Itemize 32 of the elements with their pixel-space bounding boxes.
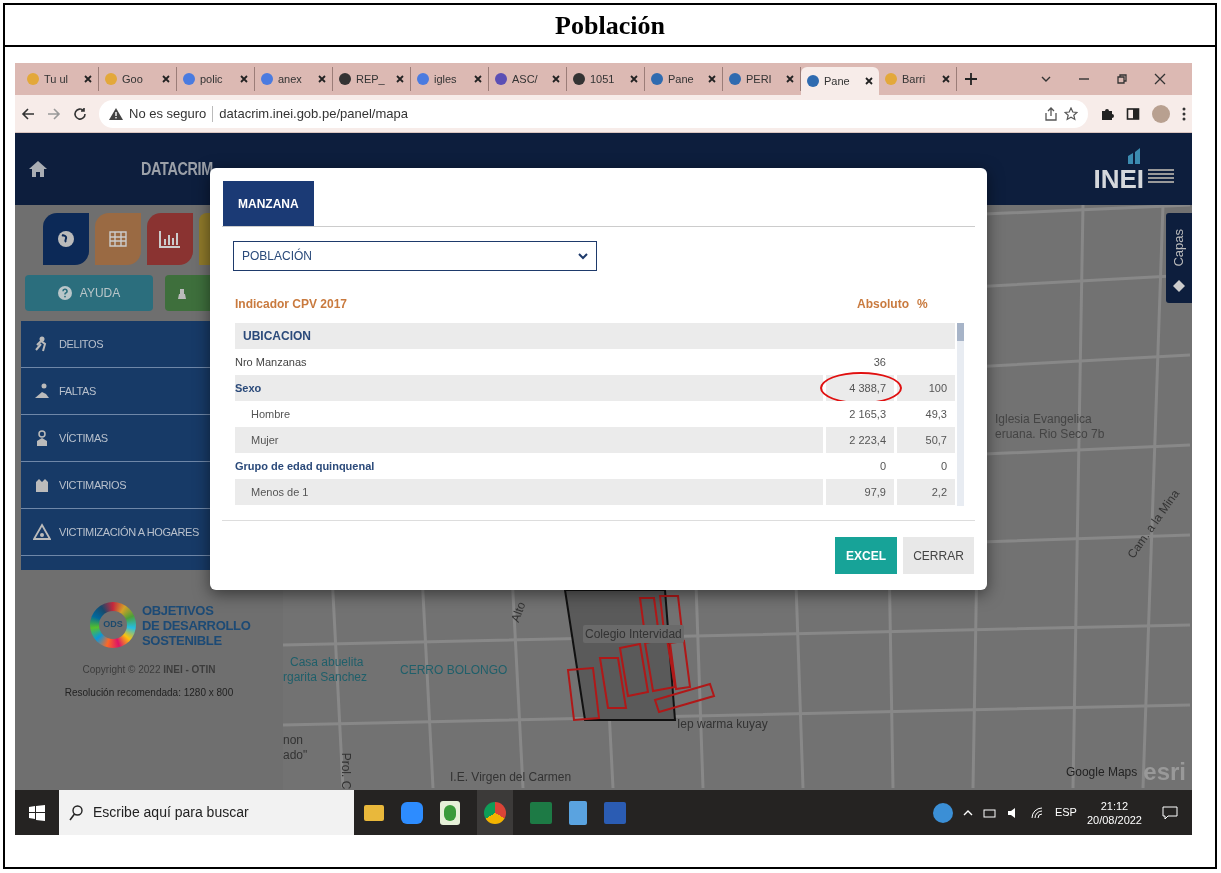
- column-header: Indicador CPV 2017: [235, 296, 349, 313]
- map-label: non: [283, 732, 304, 749]
- table-cell: 50,7: [897, 427, 955, 453]
- map-attribution: Google Maps: [1065, 764, 1138, 781]
- column-header: Absoluto: [856, 296, 909, 313]
- map-label: rgarita Sanchez: [283, 669, 368, 686]
- resolution-note: Resolución recomendada: 1280 x 800: [63, 686, 235, 700]
- section-header: UBICACION: [235, 323, 955, 349]
- table-cell: Sexo: [235, 375, 823, 401]
- site-title: DATACRIM: [141, 157, 213, 181]
- map-label: Casa abuelita: [290, 654, 364, 671]
- inei-logo: INEI: [1093, 146, 1174, 192]
- map-label: Prol. C: [338, 752, 355, 790]
- sdg-logo-text: DE DESARROLLO: [142, 617, 251, 633]
- map-label: ado": [283, 747, 308, 764]
- table-cell: 2,2: [897, 479, 955, 505]
- map-label: Iep warma kuyay: [677, 716, 768, 733]
- security-label: No es seguro: [129, 104, 207, 123]
- sdg-logo-text: SOSTENIBLE: [142, 632, 223, 648]
- table-cell: Menos de 1: [235, 479, 823, 505]
- map-label: CERRO BOLONGO: [400, 662, 508, 679]
- document-title: Población: [555, 9, 665, 42]
- sdg-ring-logo: ODS: [90, 602, 136, 648]
- table-cell: 100: [897, 375, 955, 401]
- table-cell: Mujer: [235, 427, 823, 453]
- url-text: datacrim.inei.gob.pe/panel/mapa: [219, 104, 408, 123]
- table-cell: 97,9: [826, 479, 894, 505]
- table-cell: 2 223,4: [826, 427, 894, 453]
- sdg-logo-text: OBJETIVOS: [142, 602, 215, 618]
- column-header: %: [917, 296, 929, 313]
- map-label: I.E. Virgen del Carmen: [450, 769, 572, 786]
- map-label: Alto: [507, 599, 530, 625]
